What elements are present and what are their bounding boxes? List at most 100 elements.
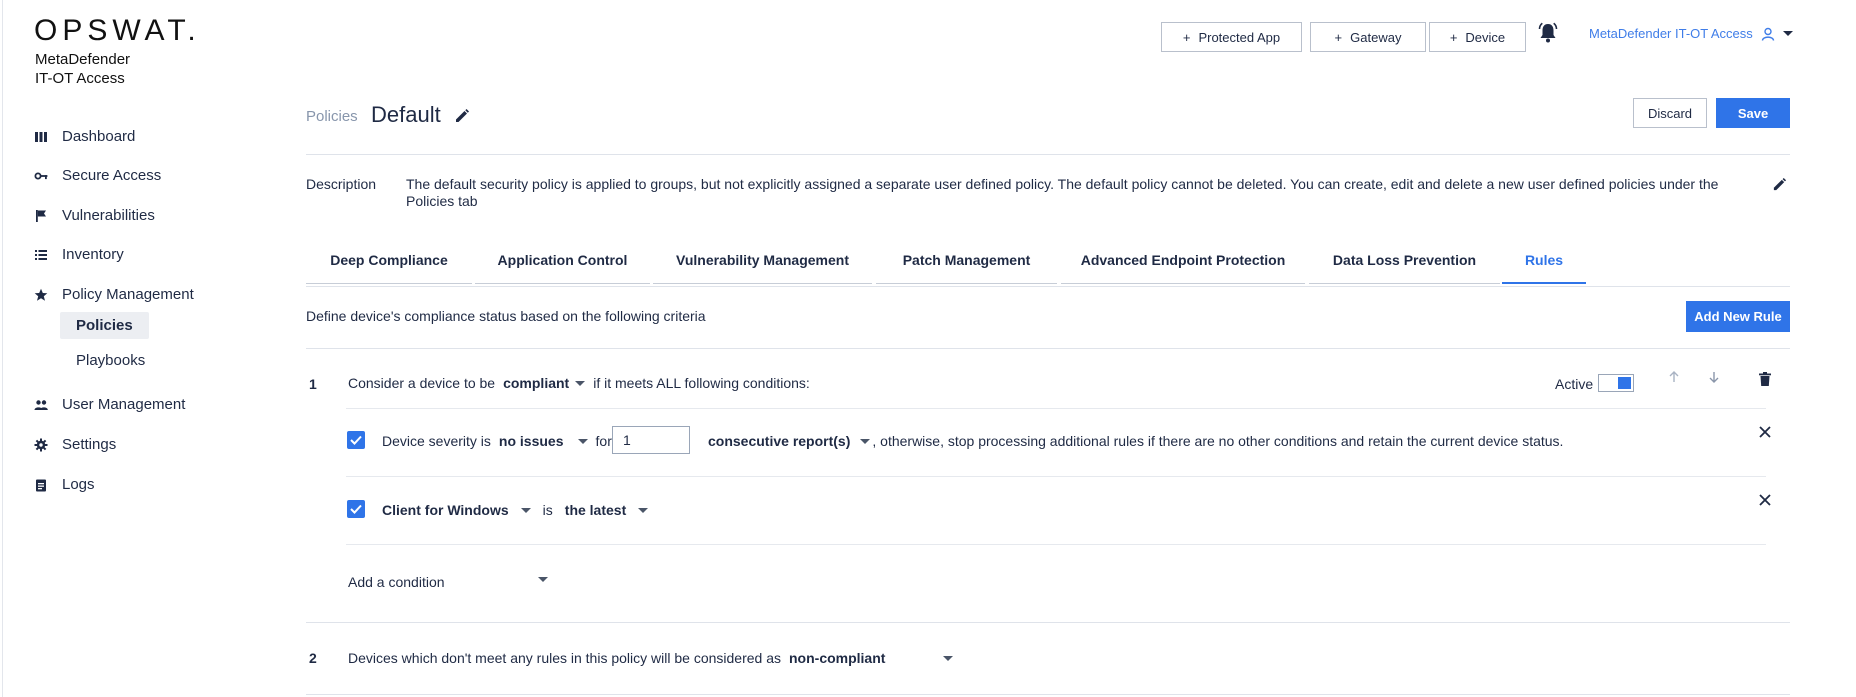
tab-deep-compliance[interactable]: Deep Compliance: [306, 252, 472, 284]
plus-icon: +: [1334, 29, 1343, 45]
sidebar-item-policy-management[interactable]: Policy Management: [34, 286, 194, 303]
severity-value: no issues: [498, 433, 564, 449]
tab-advanced-endpoint-protection[interactable]: Advanced Endpoint Protection: [1061, 252, 1305, 284]
chevron-down-icon: [638, 507, 649, 513]
add-condition-label: Add a condition: [348, 574, 445, 590]
sidebar-item-user-management[interactable]: User Management: [34, 396, 185, 413]
discard-button[interactable]: Discard: [1633, 98, 1707, 128]
key-icon: [34, 172, 48, 179]
condition-2-is: is: [542, 502, 553, 518]
trash-icon[interactable]: [1758, 371, 1772, 387]
arrow-up-icon[interactable]: [1667, 370, 1681, 384]
report-unit-dropdown[interactable]: consecutive report(s): [708, 433, 871, 449]
list-icon: [35, 249, 47, 260]
sidebar-item-label: Logs: [62, 476, 95, 493]
condition-1-row-left: Device severity is no issues for: [382, 433, 612, 449]
active-toggle[interactable]: [1598, 374, 1634, 392]
condition-1-label: Device severity is: [382, 433, 491, 449]
sidebar-item-logs[interactable]: Logs: [34, 476, 95, 493]
condition-1-checkbox[interactable]: [347, 431, 365, 449]
close-icon[interactable]: [1758, 493, 1772, 507]
sidebar-item-vulnerabilities[interactable]: Vulnerabilities: [34, 207, 155, 224]
page-title: Default: [371, 102, 441, 127]
breadcrumb[interactable]: Policies: [306, 108, 358, 125]
chevron-down-icon: [577, 438, 588, 444]
sidebar-item-label: Policy Management: [62, 286, 194, 303]
rule-1-header: Consider a device to be compliant if it …: [348, 375, 810, 391]
sidebar-item-label: Settings: [62, 436, 117, 453]
sidebar-item-inventory[interactable]: Inventory: [34, 246, 124, 263]
criteria-text: Define device's compliance status based …: [306, 308, 706, 324]
sidebar-item-secure-access[interactable]: Secure Access: [34, 167, 161, 184]
user-menu[interactable]: MetaDefender IT-OT Access: [1589, 26, 1793, 41]
bell-icon[interactable]: [1536, 21, 1560, 45]
pencil-icon[interactable]: [1772, 177, 1787, 192]
tab-patch-management[interactable]: Patch Management: [876, 252, 1057, 284]
add-protected-app-button[interactable]: + Protected App: [1161, 22, 1302, 52]
chevron-down-icon: [538, 576, 548, 582]
chevron-down-icon: [575, 380, 586, 386]
rule-1-status-dropdown[interactable]: compliant: [503, 375, 586, 391]
clipboard-icon: [36, 479, 46, 491]
close-icon[interactable]: [1758, 425, 1772, 439]
report-count-input[interactable]: [612, 426, 690, 454]
severity-dropdown[interactable]: no issues: [499, 433, 588, 449]
add-device-button[interactable]: + Device: [1429, 22, 1526, 52]
add-protected-app-label: Protected App: [1198, 29, 1281, 45]
add-gateway-button[interactable]: + Gateway: [1310, 22, 1426, 52]
sidebar-item-label: User Management: [62, 396, 186, 413]
pencil-icon[interactable]: [454, 108, 470, 124]
arrow-down-icon[interactable]: [1707, 370, 1721, 384]
product-name-line2: IT-OT Access: [35, 70, 125, 87]
product-name: MetaDefender IT-OT Access: [35, 50, 175, 88]
star-icon: [34, 288, 48, 301]
toggle-knob: [1618, 377, 1631, 389]
divider: [306, 694, 1790, 695]
check-icon: [350, 435, 362, 445]
rule-1-prefix: Consider a device to be: [348, 375, 496, 391]
chevron-down-icon: [520, 507, 531, 513]
add-new-rule-button[interactable]: Add New Rule: [1686, 301, 1790, 332]
rule-2-row: Devices which don't meet any rules in th…: [348, 650, 953, 666]
dashboard-icon: [35, 131, 47, 142]
add-device-label: Device: [1465, 29, 1506, 45]
save-button[interactable]: Save: [1716, 98, 1790, 128]
sidebar-item-label: Inventory: [62, 246, 124, 263]
chevron-down-icon: [943, 655, 953, 661]
opswat-logo: OPSWAT.: [34, 14, 201, 47]
version-dropdown[interactable]: the latest: [564, 502, 649, 518]
sidebar-item-label: Vulnerabilities: [62, 207, 155, 224]
gear-icon: [34, 438, 48, 451]
divider: [306, 154, 1790, 155]
description-text: The default security policy is applied t…: [406, 176, 1719, 209]
sidebar-item-settings[interactable]: Settings: [34, 436, 116, 453]
tab-vulnerability-management[interactable]: Vulnerability Management: [653, 252, 872, 284]
sidebar-subitem-playbooks[interactable]: Playbooks: [60, 347, 161, 374]
rule-2-status-dropdown[interactable]: non-compliant: [789, 650, 953, 666]
tab-rules[interactable]: Rules: [1502, 252, 1586, 284]
user-name: MetaDefender IT-OT Access: [1589, 26, 1753, 41]
sidebar-item-dashboard[interactable]: Dashboard: [34, 128, 135, 145]
client-value: Client for Windows: [382, 502, 509, 518]
plus-icon: +: [1449, 29, 1458, 45]
flag-icon: [36, 209, 46, 222]
rule-2-text: Devices which don't meet any rules in th…: [348, 650, 781, 666]
tab-data-loss-prevention[interactable]: Data Loss Prevention: [1309, 252, 1500, 284]
tab-application-control[interactable]: Application Control: [475, 252, 650, 284]
condition-2-row: Client for Windows is the latest: [382, 502, 649, 518]
rule-number: 2: [309, 650, 317, 666]
condition-1-row-right: consecutive report(s) , otherwise, stop …: [708, 433, 1563, 449]
add-condition-dropdown[interactable]: Add a condition: [348, 574, 548, 590]
client-dropdown[interactable]: Client for Windows: [382, 502, 531, 518]
rule-1-status-value: compliant: [503, 375, 570, 391]
active-label: Active: [1555, 376, 1594, 392]
divider: [306, 348, 1790, 349]
divider: [346, 476, 1766, 477]
chevron-down-icon: [860, 438, 871, 444]
condition-1-for: for: [595, 433, 612, 449]
sidebar-subitem-policies[interactable]: Policies: [60, 312, 149, 339]
product-name-line1: MetaDefender: [35, 51, 131, 68]
condition-2-checkbox[interactable]: [347, 500, 365, 518]
plus-icon: +: [1182, 29, 1191, 45]
version-value: the latest: [564, 502, 627, 518]
